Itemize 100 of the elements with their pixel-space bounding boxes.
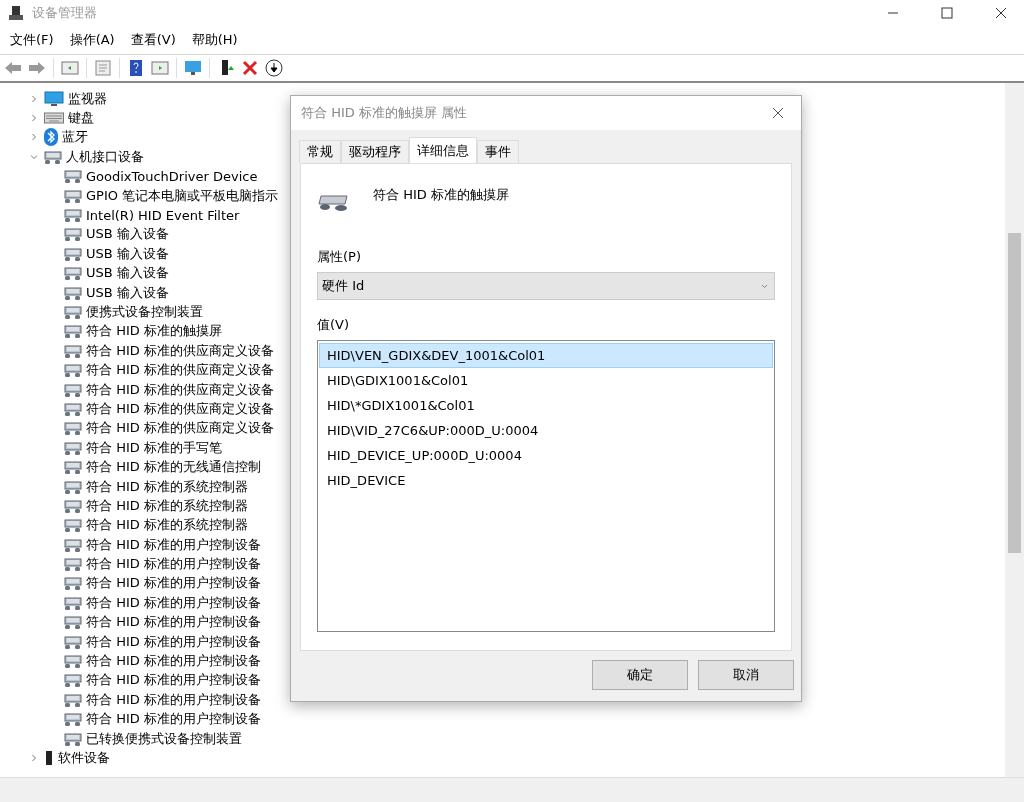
- tree-item[interactable]: USB 输入设备: [86, 225, 169, 244]
- tree-item[interactable]: 软件设备: [58, 748, 110, 767]
- window-title: 设备管理器: [32, 4, 98, 22]
- keyboard-mouse-icon: [64, 420, 82, 437]
- keyboard-icon: [44, 112, 64, 125]
- tree-item[interactable]: GPIO 笔记本电脑或平板电脑指示: [86, 186, 279, 205]
- tab[interactable]: 驱动程序: [341, 140, 409, 163]
- keyboard-mouse-icon: [44, 148, 62, 165]
- expand-chevron-icon[interactable]: [30, 133, 38, 142]
- properties-sheet-icon[interactable]: [93, 58, 113, 78]
- menu-item[interactable]: 文件(F): [2, 31, 62, 49]
- tree-item[interactable]: 符合 HID 标准的用户控制设备: [86, 632, 261, 651]
- list-item[interactable]: HID_DEVICE: [319, 468, 773, 493]
- tree-item[interactable]: Intel(R) HID Event Filter: [86, 207, 240, 223]
- tree-item[interactable]: 符合 HID 标准的用户控制设备: [86, 555, 261, 574]
- tree-item[interactable]: 便携式设备控制装置: [86, 303, 203, 321]
- tree-item[interactable]: 符合 HID 标准的用户控制设备: [86, 593, 261, 612]
- tree-item[interactable]: 符合 HID 标准的供应商定义设备: [86, 399, 274, 418]
- dialog-button[interactable]: 确定: [592, 660, 688, 690]
- keyboard-mouse-icon: [64, 497, 82, 514]
- dialog-button[interactable]: 取消: [698, 660, 794, 690]
- delete-x-icon[interactable]: [240, 58, 260, 78]
- tree-item[interactable]: 符合 HID 标准的供应商定义设备: [86, 380, 274, 399]
- property-dropdown[interactable]: 硬件 Id: [317, 272, 775, 300]
- expand-chevron-icon[interactable]: [30, 114, 38, 123]
- expand-chevron-icon[interactable]: [30, 753, 38, 762]
- tree-item[interactable]: 符合 HID 标准的系统控制器: [86, 477, 248, 496]
- list-item[interactable]: HID\VID_27C6&UP:000D_U:0004: [319, 418, 773, 443]
- tree-item[interactable]: 蓝牙: [62, 128, 88, 147]
- property-label: 属性(P): [317, 248, 362, 266]
- list-item[interactable]: HID\*GDIX1001&Col01: [319, 393, 773, 418]
- tree-item[interactable]: 键盘: [68, 109, 94, 128]
- tree-item[interactable]: 符合 HID 标准的供应商定义设备: [86, 341, 274, 360]
- caret-icon: [761, 283, 768, 289]
- tree-item[interactable]: 监视器: [68, 89, 107, 108]
- keyboard-mouse-icon: [64, 672, 82, 689]
- scrollbar-thumb[interactable]: [1008, 233, 1021, 553]
- keyboard-mouse-icon: [64, 594, 82, 611]
- keyboard-mouse-icon: [64, 187, 82, 204]
- list-item[interactable]: HID_DEVICE_UP:000D_U:0004: [319, 443, 773, 468]
- keyboard-mouse-icon: [64, 304, 82, 320]
- menu-item[interactable]: 查看(V): [122, 31, 184, 49]
- menu-item[interactable]: 操作(A): [61, 31, 123, 49]
- tree-item[interactable]: 符合 HID 标准的用户控制设备: [86, 613, 261, 632]
- keyboard-mouse-icon: [64, 226, 82, 243]
- keyboard-mouse-icon: [64, 730, 82, 747]
- keyboard-mouse-icon: [64, 556, 82, 573]
- tree-item[interactable]: 人机接口设备: [66, 147, 144, 166]
- tab[interactable]: 详细信息: [409, 137, 477, 163]
- app-icon: [8, 5, 24, 21]
- tree-item[interactable]: 符合 HID 标准的系统控制器: [86, 496, 248, 515]
- list-item[interactable]: HID\VEN_GDIX&DEV_1001&Col01: [319, 343, 773, 368]
- list-item[interactable]: HID\GDIX1001&Col01: [319, 368, 773, 393]
- keyboard-mouse-icon: [64, 459, 82, 476]
- keyboard-mouse-icon: [64, 168, 82, 185]
- maximize-icon[interactable]: [941, 7, 953, 19]
- device-name: 符合 HID 标准的触摸屏: [373, 186, 509, 204]
- monitor-scan-icon[interactable]: [183, 58, 203, 78]
- scrollbar[interactable]: [1005, 83, 1024, 777]
- tree-item[interactable]: 符合 HID 标准的用户控制设备: [86, 574, 261, 593]
- tree-item[interactable]: 符合 HID 标准的供应商定义设备: [86, 419, 274, 438]
- dialog-title: 符合 HID 标准的触摸屏 属性: [301, 104, 468, 122]
- tree-item[interactable]: 符合 HID 标准的触摸屏: [86, 322, 222, 341]
- tree-item[interactable]: GoodixTouchDriver Device: [86, 168, 258, 184]
- tree-item[interactable]: 符合 HID 标准的用户控制设备: [86, 710, 261, 729]
- tree-item[interactable]: USB 输入设备: [86, 264, 169, 283]
- keyboard-mouse-icon: [64, 575, 82, 592]
- tree-item[interactable]: 符合 HID 标准的用户控制设备: [86, 535, 261, 554]
- tree-item[interactable]: 符合 HID 标准的用户控制设备: [86, 690, 261, 709]
- keyboard-mouse-icon: [64, 342, 82, 359]
- keyboard-mouse-icon: [64, 478, 82, 495]
- tree-item[interactable]: 符合 HID 标准的手写笔: [86, 438, 222, 457]
- device-icon: [44, 749, 54, 766]
- close-icon[interactable]: [772, 107, 784, 119]
- tree-item[interactable]: 已转换便携式设备控制装置: [86, 729, 242, 748]
- keyboard-mouse-icon: [64, 614, 82, 631]
- keyboard-mouse-icon: [64, 517, 82, 534]
- collapse-chevron-icon[interactable]: [30, 152, 38, 161]
- tab[interactable]: 常规: [299, 140, 341, 163]
- keyboard-mouse-icon: [64, 536, 82, 553]
- keyboard-mouse-icon: [64, 691, 82, 708]
- expand-chevron-icon[interactable]: [30, 94, 38, 103]
- keyboard-mouse-icon: [64, 284, 82, 301]
- tab[interactable]: 事件: [477, 140, 519, 163]
- tree-item[interactable]: USB 输入设备: [86, 244, 169, 263]
- tree-item[interactable]: 符合 HID 标准的供应商定义设备: [86, 361, 274, 380]
- tree-item[interactable]: 符合 HID 标准的用户控制设备: [86, 671, 261, 690]
- window-panel-icon[interactable]: [60, 58, 80, 78]
- close-icon[interactable]: [995, 7, 1007, 19]
- tree-item[interactable]: 符合 HID 标准的无线通信控制: [86, 458, 261, 477]
- keyboard-mouse-icon: [64, 653, 82, 669]
- download-circle-icon[interactable]: [264, 58, 284, 78]
- tree-item[interactable]: 符合 HID 标准的系统控制器: [86, 516, 248, 535]
- tree-item[interactable]: USB 输入设备: [86, 283, 169, 302]
- tree-item[interactable]: 符合 HID 标准的用户控制设备: [86, 652, 261, 670]
- keyboard-mouse-icon: [64, 265, 82, 282]
- menu-item[interactable]: 帮助(H): [183, 31, 246, 49]
- bluetooth-icon: [44, 128, 58, 147]
- keyboard-mouse-icon: [64, 439, 82, 456]
- keyboard-mouse-icon: [64, 633, 82, 650]
